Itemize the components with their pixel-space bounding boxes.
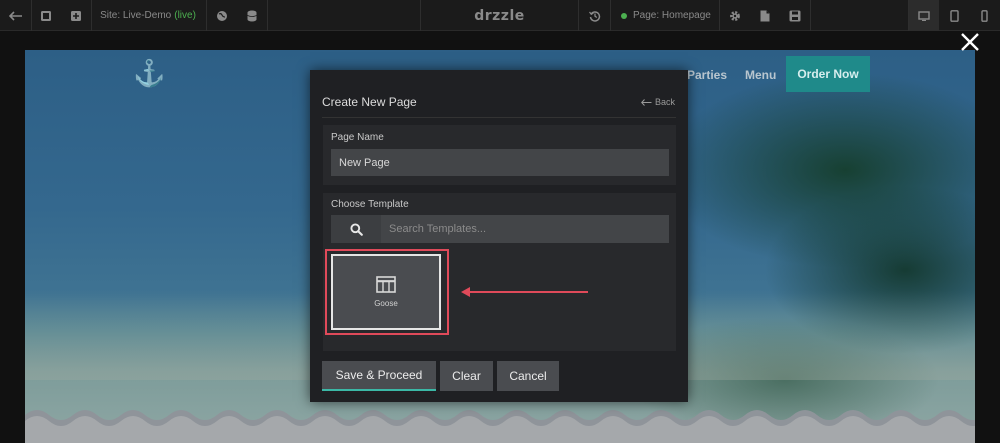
- file-icon[interactable]: [750, 0, 780, 31]
- site-status: (live): [174, 10, 196, 21]
- site-label: Site: Live-Demo: [100, 10, 172, 21]
- search-button[interactable]: [331, 215, 381, 243]
- wave-divider: [25, 410, 975, 443]
- database-icon[interactable]: [237, 0, 267, 31]
- template-name: Goose: [374, 299, 398, 308]
- search-icon: [349, 222, 363, 236]
- back-link[interactable]: Back: [641, 97, 675, 107]
- page-name-panel: Page Name New Page: [323, 125, 676, 185]
- layers-icon[interactable]: [32, 0, 60, 31]
- mobile-icon[interactable]: [969, 0, 1000, 31]
- save-proceed-button[interactable]: Save & Proceed: [322, 361, 436, 391]
- anchor-icon: ⚓: [133, 58, 166, 88]
- title-divider: [322, 117, 676, 118]
- order-now-button[interactable]: Order Now: [786, 56, 870, 92]
- modal-title: Create New Page: [322, 95, 417, 109]
- template-card-goose[interactable]: Goose: [331, 254, 441, 330]
- page-status-dot: [621, 12, 627, 19]
- gear-icon[interactable]: [720, 0, 750, 31]
- choose-template-label: Choose Template: [331, 199, 409, 210]
- page-indicator[interactable]: Page: Homepage: [611, 0, 719, 31]
- close-icon[interactable]: [958, 30, 982, 54]
- nav-link-menu[interactable]: Menu: [745, 68, 776, 82]
- site-indicator[interactable]: Site: Live-Demo (live): [92, 0, 204, 31]
- template-icon: [376, 276, 396, 293]
- back-arrow-icon: [641, 98, 652, 106]
- duplicate-icon[interactable]: [60, 0, 91, 31]
- save-icon[interactable]: [780, 0, 810, 31]
- clear-button[interactable]: Clear: [440, 361, 493, 391]
- page-label: Page: Homepage: [633, 10, 711, 21]
- search-templates-input[interactable]: Search Templates...: [381, 215, 669, 243]
- back-arrow-icon[interactable]: [0, 0, 31, 31]
- back-label: Back: [655, 97, 676, 107]
- history-icon[interactable]: [579, 0, 610, 31]
- annotation-arrow: [461, 287, 588, 297]
- create-page-modal: Create New Page Back Page Name New Page …: [310, 70, 688, 402]
- desktop-icon[interactable]: [909, 0, 939, 31]
- app-logo: drzzle: [421, 0, 578, 31]
- cancel-button[interactable]: Cancel: [497, 361, 559, 391]
- top-toolbar: Site: Live-Demo (live) drzzle Page: Home…: [0, 0, 1000, 31]
- globe-icon[interactable]: [207, 0, 237, 31]
- nav-link-parties[interactable]: Parties: [687, 68, 727, 82]
- page-name-input[interactable]: New Page: [331, 149, 669, 176]
- tablet-icon[interactable]: [939, 0, 969, 31]
- page-name-label: Page Name: [331, 132, 384, 143]
- template-panel: Choose Template Search Templates... Goos…: [323, 193, 676, 351]
- logo-text: drzzle: [474, 7, 525, 24]
